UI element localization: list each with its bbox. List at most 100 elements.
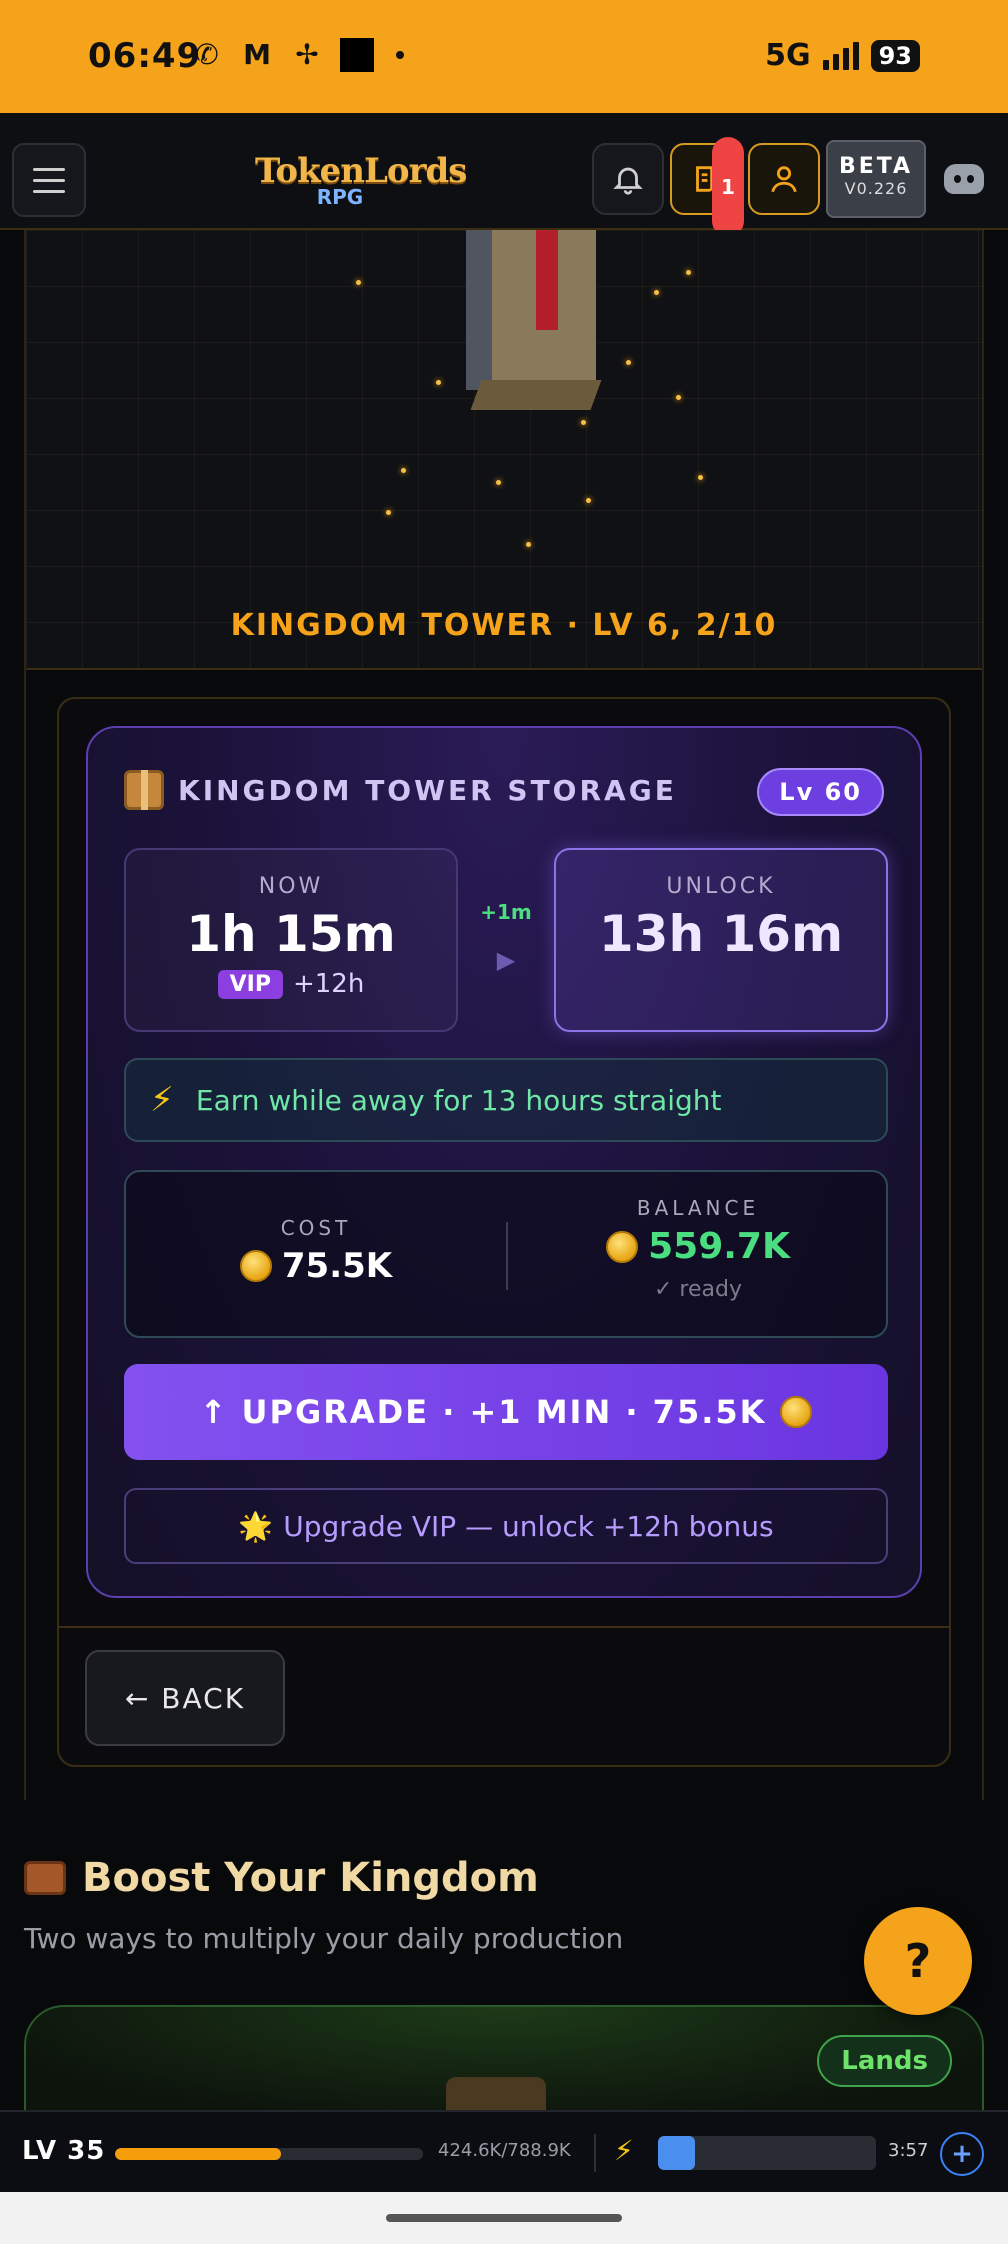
energy-icon: ⚡ (614, 2134, 634, 2167)
vip-tag: VIP (217, 969, 283, 999)
version-label: V0.226 (844, 179, 908, 198)
profile-button[interactable] (748, 143, 820, 215)
cost-balance-box: COST 75.5K BALANCE 559.7K ✓ ready (124, 1170, 888, 1338)
vip-bonus: +12h (292, 969, 365, 999)
beta-version-badge: BETA V0.226 (826, 140, 926, 218)
vip-upsell-text: Upgrade VIP — unlock +12h bonus (283, 1509, 774, 1543)
unlock-value: 13h 16m (598, 905, 844, 963)
storage-card: KINGDOM TOWER STORAGE Lv 60 NOW 1h 15m V… (86, 726, 922, 1598)
xp-text: 424.6K/788.9K (438, 2140, 571, 2161)
cost-value-row: 75.5K (126, 1246, 506, 1286)
upgrade-button[interactable]: ↑ UPGRADE · +1 MIN · 75.5K (124, 1364, 888, 1460)
cost-label: COST (280, 1216, 352, 1240)
add-energy-button[interactable]: + (940, 2132, 984, 2176)
status-right: 5G 93 (765, 38, 920, 73)
now-label: NOW (258, 874, 324, 899)
sparkle (436, 380, 441, 385)
earn-info-row: ⚡ Earn while away for 13 hours straight (124, 1058, 888, 1142)
energy-fill (658, 2136, 696, 2170)
sparkle (586, 498, 591, 503)
divider (594, 2134, 596, 2172)
menu-button[interactable] (12, 143, 86, 217)
notifications-button[interactable] (592, 143, 664, 215)
lands-card[interactable]: Lands (24, 2005, 984, 2110)
storage-title: KINGDOM TOWER STORAGE (124, 770, 677, 810)
status-bar: 06:49 ✆ M ✢ 5G 93 (0, 0, 1008, 113)
unlock-label: UNLOCK (666, 874, 776, 899)
sparkle (526, 542, 531, 547)
tower-image (466, 230, 596, 390)
upgrade-label: ↑ UPGRADE · +1 MIN · 75.5K (199, 1393, 767, 1431)
energy-timer: 3:57 (888, 2140, 929, 2161)
bell-icon (613, 167, 643, 195)
vip-upgrade-button[interactable]: 🌟 Upgrade VIP — unlock +12h bonus (124, 1488, 888, 1564)
notification-icons: ✆ M ✢ (190, 38, 404, 72)
more-notifications-dot (396, 51, 404, 59)
building-title: KINGDOM TOWER · LV 6, 2/10 (230, 608, 778, 643)
gesture-bar (0, 2192, 1008, 2244)
app-logo[interactable]: TokenLords RPG (255, 151, 467, 209)
capacity-delta: +1m ▶ (458, 900, 554, 974)
gmail-icon: M (243, 38, 271, 71)
square-app-icon (340, 38, 374, 72)
unlock-capacity-box: UNLOCK 13h 16m (554, 848, 888, 1032)
help-button[interactable]: ? (864, 1907, 972, 2015)
balance-label: BALANCE (636, 1196, 760, 1220)
storage-title-text: KINGDOM TOWER STORAGE (178, 773, 677, 807)
level-badge: Lv 60 (757, 768, 884, 816)
balance-column: BALANCE 559.7K ✓ ready (508, 1172, 888, 1336)
boost-subtitle: Two ways to multiply your daily producti… (24, 1922, 624, 1955)
star-icon: 🌟 (238, 1509, 274, 1543)
user-icon (771, 166, 797, 193)
network-label: 5G (765, 38, 811, 73)
balance-status: ✓ ready (654, 1277, 742, 1302)
signal-icon (822, 41, 859, 70)
arrow-right-icon: ▶ (496, 946, 516, 974)
discord-icon[interactable] (944, 164, 984, 194)
balance-value-row: 559.7K (508, 1226, 888, 1267)
sparkle (626, 360, 631, 365)
now-value: 1h 15m (186, 905, 396, 963)
beta-label: BETA (838, 154, 914, 179)
player-level: LV 35 (22, 2136, 106, 2166)
coin-icon (239, 1250, 272, 1282)
back-button[interactable]: ← BACK (85, 1650, 285, 1746)
boost-title-text: Boost Your Kingdom (82, 1855, 539, 1901)
sparkle (356, 280, 361, 285)
sparkle (496, 480, 501, 485)
xp-progress-fill (115, 2148, 281, 2160)
tower-scene: KINGDOM TOWER · LV 6, 2/10 (26, 230, 982, 670)
cost-value: 75.5K (281, 1246, 393, 1286)
home-indicator[interactable] (386, 2214, 622, 2222)
lands-image (446, 2077, 546, 2110)
boost-section-title: Boost Your Kingdom (24, 1855, 539, 1901)
package-icon (124, 770, 164, 810)
delta-value: +1m (480, 900, 532, 924)
modal-footer-divider (59, 1626, 949, 1628)
sparkle (686, 270, 691, 275)
sparkle (676, 395, 681, 400)
current-capacity-box: NOW 1h 15m VIP +12h (124, 848, 458, 1032)
earn-text: Earn while away for 13 hours straight (195, 1083, 722, 1117)
energy-bar (658, 2136, 876, 2170)
sparkle (581, 420, 586, 425)
cost-column: COST 75.5K (126, 1172, 506, 1336)
whatsapp-icon: ✆ (195, 38, 219, 71)
vip-bonus-row: VIP +12h (126, 969, 456, 999)
sparkle (401, 468, 406, 473)
pinwheel-icon: ✢ (295, 38, 319, 71)
battery-indicator: 93 (870, 39, 920, 72)
balance-value: 559.7K (648, 1226, 790, 1267)
sparkle (386, 510, 391, 515)
notification-count-badge: 1 (712, 137, 744, 237)
tower-banner (536, 230, 558, 330)
hamburger-icon (33, 167, 65, 171)
lands-badge: Lands (817, 2035, 952, 2087)
lightning-icon: ⚡ (150, 1080, 174, 1120)
xp-progress-bar (115, 2148, 423, 2160)
status-time: 06:49 (88, 36, 202, 76)
briefcase-icon (24, 1861, 66, 1895)
sparkle (654, 290, 659, 295)
player-status-bar: LV 35 424.6K/788.9K ⚡ 3:57 + (0, 2110, 1008, 2192)
sparkle (698, 475, 703, 480)
